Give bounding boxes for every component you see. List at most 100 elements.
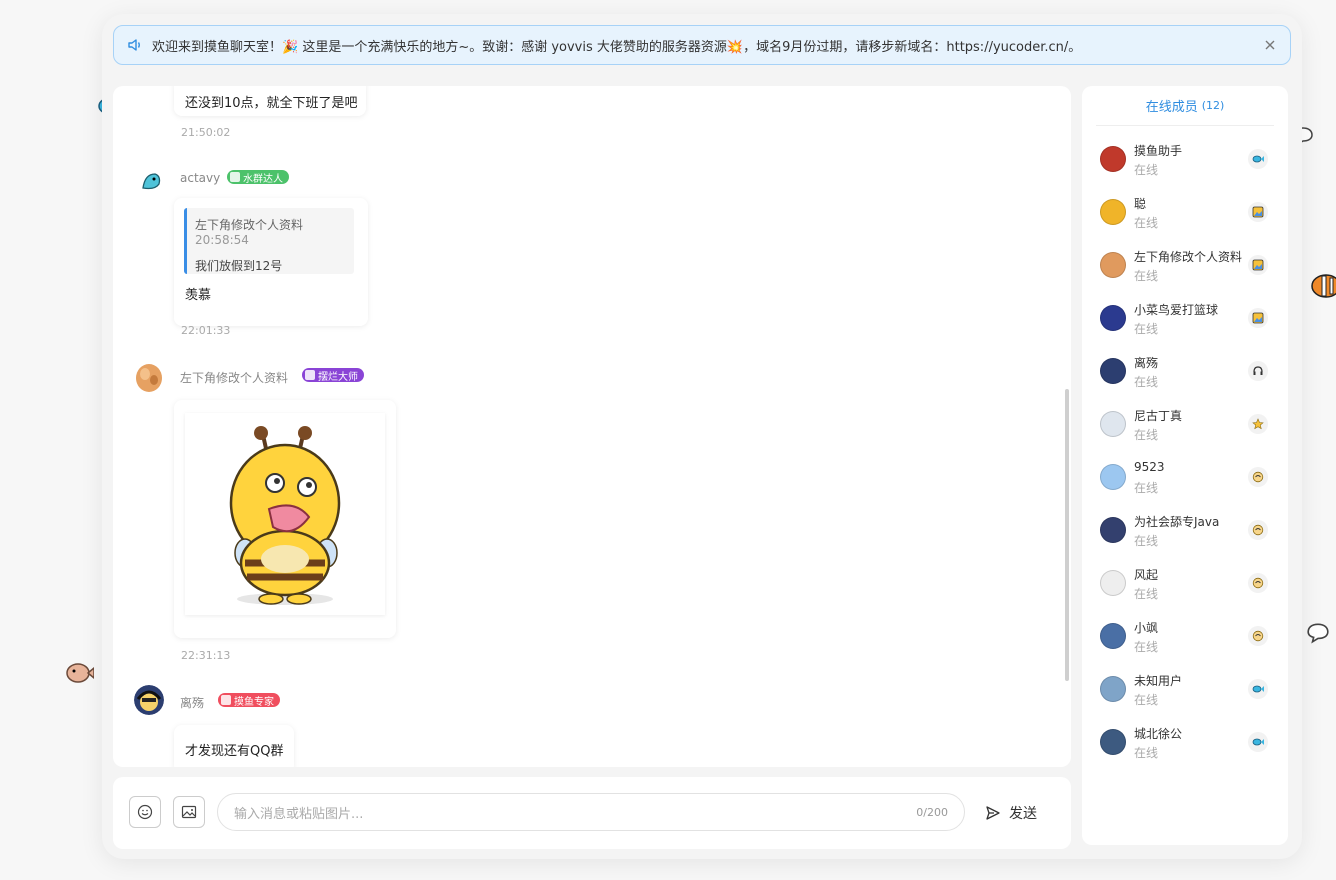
star-icon	[1248, 414, 1268, 434]
member-item[interactable]: 小菜鸟爱打篮球 在线	[1100, 298, 1270, 338]
member-status: 在线	[1134, 428, 1159, 442]
member-avatar[interactable]	[1100, 358, 1126, 384]
member-avatar[interactable]	[1100, 146, 1126, 172]
message-text: 才发现还有QQ群	[185, 744, 284, 759]
emoji-button[interactable]	[129, 796, 161, 828]
member-name: 聪	[1134, 197, 1147, 211]
pufferfish-deco-icon	[66, 660, 95, 688]
fish-icon	[1248, 149, 1268, 169]
username: 左下角修改个人资料	[180, 371, 289, 385]
announcement-text: 欢迎来到摸鱼聊天室！🎉 这里是一个充满快乐的地方~。致谢：感谢 yovvis 大…	[152, 39, 1082, 55]
avatar[interactable]	[137, 166, 165, 194]
member-name: 风起	[1134, 568, 1159, 582]
member-status: 在线	[1134, 481, 1159, 495]
member-item[interactable]: 为社会舔专Java 在线	[1100, 510, 1270, 550]
member-item[interactable]: 摸鱼助手 在线	[1100, 139, 1270, 179]
speaker-icon	[126, 36, 144, 54]
member-item[interactable]: 聪在线	[1100, 192, 1270, 232]
quote-time: 20:58:54	[195, 233, 249, 247]
member-avatar[interactable]	[1100, 305, 1126, 331]
member-avatar[interactable]	[1100, 411, 1126, 437]
message-text: 羡慕	[185, 288, 212, 303]
members-title: 在线成员	[1145, 100, 1198, 115]
member-name: 为社会舔专Java	[1134, 515, 1220, 529]
online-members-panel: 在线成员 (12) 摸鱼助手 在线聪在线 左下角修改个人资料 在线 小菜鸟爱打篮球 在线离…	[1082, 86, 1288, 845]
cookie-icon	[1248, 467, 1268, 487]
message-composer: 输入消息或粘贴图片... 0/200 发送	[113, 777, 1071, 849]
cookie-icon	[1248, 626, 1268, 646]
badge-label: 水群达人	[243, 173, 283, 185]
members-count: (12)	[1201, 99, 1225, 112]
smiley-icon	[137, 804, 153, 820]
member-item[interactable]: 尼古丁真 在线	[1100, 404, 1270, 444]
member-avatar[interactable]	[1100, 517, 1126, 543]
image-message[interactable]	[174, 400, 396, 638]
badge-label: 摆烂大师	[318, 371, 358, 383]
picture-badge-icon	[1248, 255, 1268, 275]
member-item[interactable]: 小飒 在线	[1100, 616, 1270, 656]
message-text: 还没到10点，就全下班了是吧	[185, 96, 358, 111]
member-avatar[interactable]	[1100, 623, 1126, 649]
image-upload-button[interactable]	[173, 796, 205, 828]
badge-label: 摸鱼专家	[234, 696, 274, 708]
message-input[interactable]: 输入消息或粘贴图片... 0/200	[217, 793, 965, 831]
member-item[interactable]: 左下角修改个人资料 在线	[1100, 245, 1270, 285]
message-time: 22:31:13	[181, 649, 231, 662]
member-avatar[interactable]	[1100, 676, 1126, 702]
member-item[interactable]: 9523 在线	[1100, 457, 1270, 497]
cookie-icon	[1248, 520, 1268, 540]
username: actavy	[180, 171, 221, 185]
avatar[interactable]	[133, 354, 165, 396]
member-item[interactable]: 风起 在线	[1100, 563, 1270, 603]
member-name: 未知用户	[1134, 674, 1183, 688]
chat-bubble-deco-icon-2	[1306, 622, 1330, 648]
member-name: 城北徐公	[1134, 727, 1183, 741]
user-badge: 摆烂大师	[302, 368, 364, 383]
scrollbar-thumb[interactable]	[1065, 389, 1069, 681]
send-label: 发送	[1009, 806, 1037, 822]
member-avatar[interactable]	[1100, 729, 1126, 755]
bee-sticker-image[interactable]	[185, 413, 385, 615]
member-item[interactable]: 离殇 在线	[1100, 351, 1270, 391]
user-badge: 水群达人	[227, 170, 289, 185]
member-name: 离殇	[1134, 356, 1159, 370]
member-name: 左下角修改个人资料	[1134, 250, 1242, 264]
clownfish-deco-icon	[1310, 272, 1336, 304]
member-avatar[interactable]	[1100, 252, 1126, 278]
send-button[interactable]: 发送	[985, 801, 1037, 825]
member-status: 在线	[1134, 322, 1159, 336]
cookie-icon	[1248, 573, 1268, 593]
member-name: 小菜鸟爱打篮球	[1134, 303, 1219, 317]
member-item[interactable]: 未知用户 在线	[1100, 669, 1270, 709]
member-avatar[interactable]	[1100, 199, 1126, 225]
member-status: 在线	[1134, 640, 1159, 654]
close-icon[interactable]	[1262, 37, 1278, 53]
chat-app-window: 欢迎来到摸鱼聊天室！🎉 这里是一个充满快乐的地方~。致谢：感谢 yovvis 大…	[102, 14, 1302, 859]
member-avatar[interactable]	[1100, 464, 1126, 490]
headset-icon	[221, 695, 231, 705]
message-input-placeholder: 输入消息或粘贴图片...	[234, 806, 364, 822]
member-status: 在线	[1134, 269, 1159, 283]
user-badge: 摸鱼专家	[218, 693, 280, 708]
member-name: 小飒	[1134, 621, 1159, 635]
member-status: 在线	[1134, 375, 1159, 389]
fish-icon	[1248, 679, 1268, 699]
member-item[interactable]: 城北徐公 在线	[1100, 722, 1270, 762]
member-status: 在线	[1134, 587, 1159, 601]
member-name: 9523	[1134, 460, 1165, 474]
quote-text: 我们放假到12号	[195, 259, 283, 273]
headset-icon	[1248, 361, 1268, 381]
picture-badge-icon	[1248, 308, 1268, 328]
username: 离殇	[180, 696, 205, 710]
message-bubble: 才发现还有QQ群	[174, 725, 294, 767]
avatar[interactable]	[134, 685, 164, 715]
quoted-message[interactable]: 左下角修改个人资料20:58:54 我们放假到12号	[184, 208, 354, 274]
member-status: 在线	[1134, 163, 1159, 177]
star-icon	[230, 172, 240, 182]
message-list[interactable]: 还没到10点，就全下班了是吧 21:50:02 actavy 水群达人 羡慕 左…	[113, 86, 1071, 767]
member-avatar[interactable]	[1100, 570, 1126, 596]
member-status: 在线	[1134, 534, 1159, 548]
member-name: 尼古丁真	[1134, 409, 1183, 423]
members-header: 在线成员 (12)	[1096, 86, 1274, 126]
image-icon	[181, 805, 197, 819]
